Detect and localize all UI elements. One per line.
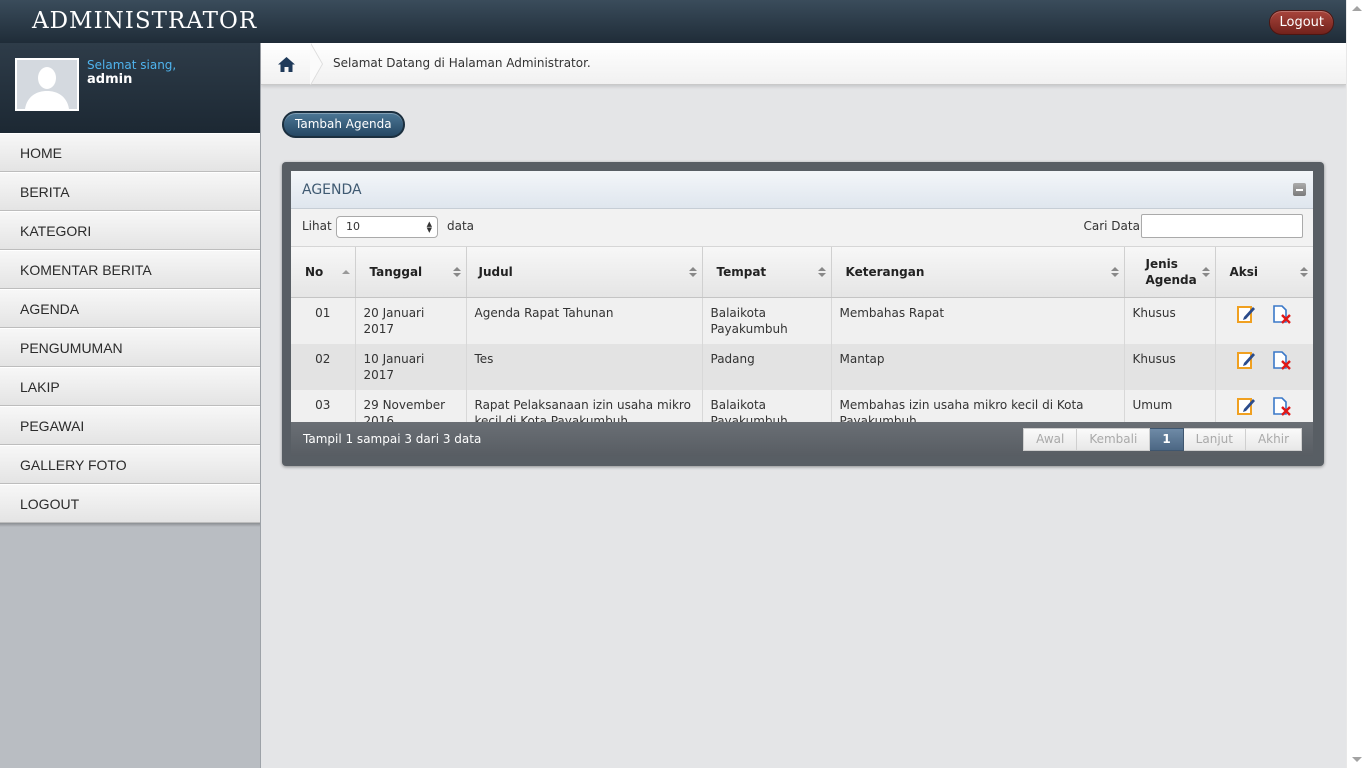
agenda-panel-body: AGENDA Lihat 10 ▲ ▼ data Cari Data: No Ta… xyxy=(291,171,1313,456)
sidebar-item-berita[interactable]: BERITA xyxy=(0,172,260,211)
column-header-judul[interactable]: Judul xyxy=(466,247,703,298)
sidebar-item-home[interactable]: HOME xyxy=(0,133,260,172)
cell-no: 02 xyxy=(291,343,356,390)
pager-page-1[interactable]: 1 xyxy=(1150,428,1184,451)
sort-icon xyxy=(688,267,697,278)
sort-icon xyxy=(1201,267,1210,278)
cell-jenis: Khusus xyxy=(1124,343,1216,390)
sidebar-item-pegawai[interactable]: PEGAWAI xyxy=(0,406,260,445)
edit-icon[interactable] xyxy=(1236,396,1256,416)
breadcrumb-text: Selamat Datang di Halaman Administrator. xyxy=(333,56,591,70)
column-header-tanggal[interactable]: Tanggal xyxy=(355,247,467,298)
sort-icon xyxy=(452,267,461,278)
cell-tempat: Balaikota Payakumbuh xyxy=(702,297,832,344)
length-suffix: data xyxy=(447,219,475,233)
sidebar-item-kategori[interactable]: KATEGORI xyxy=(0,211,260,250)
brand-title: ADMINISTRATOR xyxy=(32,8,258,34)
edit-icon[interactable] xyxy=(1236,350,1256,370)
page-scrollbar[interactable] xyxy=(1346,0,1366,768)
sidebar-item-gallery-foto[interactable]: GALLERY FOTO xyxy=(0,445,260,484)
pagination: Awal Kembali 1 Lanjut Akhir xyxy=(1023,428,1302,451)
sidebar: Selamat siang, admin HOME BERITA KATEGOR… xyxy=(0,43,261,768)
edit-icon[interactable] xyxy=(1236,304,1256,324)
agenda-panel: AGENDA Lihat 10 ▲ ▼ data Cari Data: No Ta… xyxy=(282,162,1324,466)
cell-tanggal: 10 Januari 2017 xyxy=(355,343,467,390)
cell-aksi xyxy=(1215,297,1313,344)
column-header-tempat[interactable]: Tempat xyxy=(702,247,832,298)
cell-keterangan: Mantap xyxy=(831,343,1125,390)
search-input[interactable] xyxy=(1141,214,1303,238)
page-length-value: 10 xyxy=(346,220,360,233)
cell-tempat: Padang xyxy=(702,343,832,390)
breadcrumb-separator-inner xyxy=(310,43,322,85)
table-info: Tampil 1 sampai 3 dari 3 data xyxy=(303,432,482,446)
sort-icon xyxy=(817,267,826,278)
sidebar-item-agenda[interactable]: AGENDA xyxy=(0,289,260,328)
delete-icon[interactable] xyxy=(1271,350,1291,370)
sidebar-item-komentar-berita[interactable]: KOMENTAR BERITA xyxy=(0,250,260,289)
sort-asc-icon xyxy=(341,270,350,281)
column-header-no[interactable]: No xyxy=(291,247,356,298)
sidebar-item-logout[interactable]: LOGOUT xyxy=(0,484,260,523)
avatar xyxy=(15,58,79,111)
sort-icon xyxy=(1110,267,1119,278)
minus-icon[interactable] xyxy=(1293,183,1306,196)
cell-tanggal: 20 Januari 2017 xyxy=(355,297,467,344)
cell-judul: Agenda Rapat Tahunan xyxy=(466,297,703,344)
user-silhouette-icon xyxy=(17,60,77,109)
search-label: Cari Data: xyxy=(1083,219,1144,233)
home-link[interactable] xyxy=(261,43,313,85)
pager-last-button[interactable]: Akhir xyxy=(1245,428,1302,451)
home-icon xyxy=(278,57,295,72)
page-length-select[interactable]: 10 ▲ ▼ xyxy=(336,216,438,238)
table-row: 02 10 Januari 2017 Tes Padang Mantap Khu… xyxy=(291,343,1313,390)
cell-keterangan: Membahas Rapat xyxy=(831,297,1125,344)
pager-next-button[interactable]: Lanjut xyxy=(1183,428,1246,451)
column-header-aksi[interactable]: Aksi xyxy=(1215,247,1313,298)
table-controls: Lihat 10 ▲ ▼ data Cari Data: xyxy=(291,209,1313,247)
menu-shadow xyxy=(0,523,260,527)
length-label: Lihat xyxy=(302,219,332,233)
pager-prev-button[interactable]: Kembali xyxy=(1077,428,1151,451)
cell-jenis: Khusus xyxy=(1124,297,1216,344)
sidebar-menu: HOME BERITA KATEGORI KOMENTAR BERITA AGE… xyxy=(0,133,260,523)
panel-title: AGENDA xyxy=(302,182,362,198)
greeting-text: Selamat siang, xyxy=(87,58,177,72)
top-bar: ADMINISTRATOR Logout xyxy=(0,0,1346,43)
agenda-table: No Tanggal Judul Tempat Keterangan Jenis… xyxy=(291,247,1313,436)
sidebar-item-lakip[interactable]: LAKIP xyxy=(0,367,260,406)
logout-button[interactable]: Logout xyxy=(1269,10,1334,35)
sidebar-item-pengumuman[interactable]: PENGUMUMAN xyxy=(0,328,260,367)
breadcrumb: Selamat Datang di Halaman Administrator. xyxy=(261,43,1346,85)
cell-aksi xyxy=(1215,343,1313,390)
delete-icon[interactable] xyxy=(1271,304,1291,324)
column-header-jenis-agenda[interactable]: Jenis Agenda xyxy=(1124,247,1216,298)
table-row: 01 20 Januari 2017 Agenda Rapat Tahunan … xyxy=(291,297,1313,344)
scroll-down-icon[interactable] xyxy=(1352,757,1362,762)
panel-header: AGENDA xyxy=(291,171,1313,209)
cell-judul: Tes xyxy=(466,343,703,390)
column-header-keterangan[interactable]: Keterangan xyxy=(831,247,1125,298)
table-footer: Tampil 1 sampai 3 dari 3 data Awal Kemba… xyxy=(291,422,1313,456)
add-agenda-button[interactable]: Tambah Agenda xyxy=(282,111,405,138)
delete-icon[interactable] xyxy=(1271,396,1291,416)
scroll-up-icon[interactable] xyxy=(1352,6,1362,11)
sort-icon xyxy=(1300,267,1308,278)
user-profile: Selamat siang, admin xyxy=(0,43,260,133)
username: admin xyxy=(87,72,133,87)
pager-first-button[interactable]: Awal xyxy=(1023,428,1078,451)
select-arrows-icon: ▲ ▼ xyxy=(426,220,432,234)
cell-no: 01 xyxy=(291,297,356,344)
